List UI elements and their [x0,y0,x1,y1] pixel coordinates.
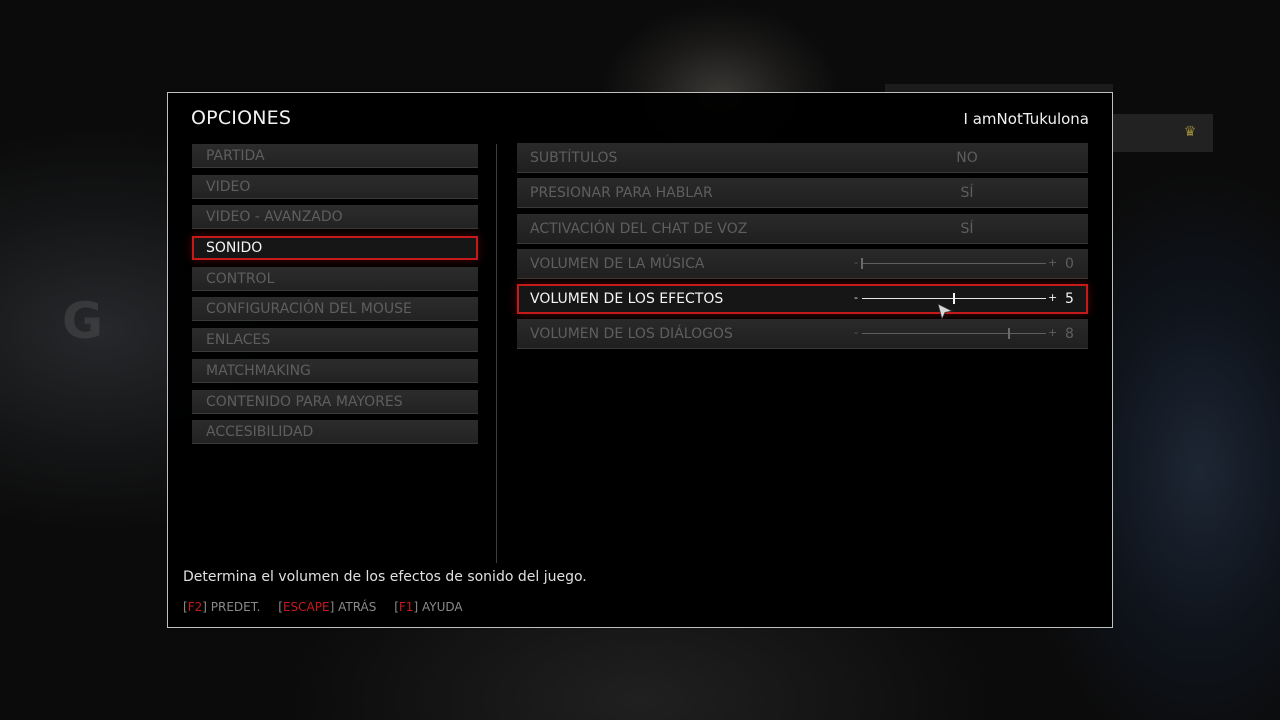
sidebar-item-video-avanzado[interactable]: VIDEO - AVANZADO [192,205,478,230]
background-logo: G [62,296,104,346]
music-volume-slider[interactable]: - + 0 [854,255,1076,272]
key-label: F1 [398,600,414,614]
options-sidebar: PARTIDA VIDEO VIDEO - AVANZADO SONIDO CO… [192,144,478,451]
hint-label: AYUDA [421,600,463,614]
setting-voice-chat[interactable]: ACTIVACIÓN DEL CHAT DE VOZ SÍ [517,213,1088,244]
setting-value: SÍ [960,220,974,237]
setting-label: VOLUMEN DE LOS DIÁLOGOS [530,326,733,343]
dialogue-volume-slider[interactable]: - + 8 [854,326,1076,343]
sidebar-item-video[interactable]: VIDEO [192,174,478,199]
sidebar-item-contenido[interactable]: CONTENIDO PARA MAYORES [192,389,478,414]
username: I amNotTukulona [963,110,1089,128]
sidebar-item-partida[interactable]: PARTIDA [192,144,478,168]
settings-list: SUBTÍTULOS NO PRESIONAR PARA HABLAR SÍ A… [517,143,1088,355]
setting-label: PRESIONAR PARA HABLAR [530,185,713,202]
slider-knob[interactable] [1008,328,1011,340]
sidebar-item-sonido[interactable]: SONIDO [192,236,478,261]
setting-description: Determina el volumen de los efectos de s… [183,569,587,585]
setting-value: SÍ [960,185,974,202]
slider-knob[interactable] [953,293,955,305]
hint-back[interactable]: [ESCAPE] ATRÁS [278,600,376,614]
sidebar-item-accesibilidad[interactable]: ACCESIBILIDAD [192,420,478,445]
key-label: ESCAPE [282,600,330,614]
slider-track[interactable] [862,262,1046,264]
panel-divider [496,144,497,563]
slider-increase[interactable]: + [1048,256,1057,270]
setting-label: VOLUMEN DE LA MÚSICA [530,255,705,272]
slider-decrease[interactable]: - [854,291,858,305]
setting-music-volume[interactable]: VOLUMEN DE LA MÚSICA - + 0 [517,248,1088,279]
slider-value: 8 [1065,326,1074,343]
hint-label: PREDET. [210,600,261,614]
slider-decrease[interactable]: - [854,256,858,270]
effects-volume-slider[interactable]: - + 5 [854,291,1076,308]
slider-decrease[interactable]: - [854,326,858,340]
setting-dialogue-volume[interactable]: VOLUMEN DE LOS DIÁLOGOS - + 8 [517,319,1088,350]
key-label: F2 [187,600,203,614]
setting-value: NO [956,150,978,166]
setting-subtitles[interactable]: SUBTÍTULOS NO [517,143,1088,173]
sidebar-item-enlaces[interactable]: ENLACES [192,328,478,353]
mouse-cursor-icon [937,303,953,321]
hint-default[interactable]: [F2] PREDET. [183,600,260,614]
slider-value: 5 [1065,291,1074,308]
footer-hints: [F2] PREDET. [ESCAPE] ATRÁS [F1] AYUDA [183,600,477,614]
slider-knob[interactable] [861,257,863,269]
sidebar-item-matchmaking[interactable]: MATCHMAKING [192,358,478,383]
hint-help[interactable]: [F1] AYUDA [394,600,462,614]
hint-label: ATRÁS [338,600,377,614]
setting-label: ACTIVACIÓN DEL CHAT DE VOZ [530,220,748,237]
slider-value: 0 [1065,255,1074,272]
setting-label: SUBTÍTULOS [530,150,618,166]
setting-label: VOLUMEN DE LOS EFECTOS [530,291,724,308]
sidebar-item-mouse[interactable]: CONFIGURACIÓN DEL MOUSE [192,297,478,322]
slider-track[interactable] [862,333,1046,335]
page-title: OPCIONES [191,107,292,129]
crown-icon: ♛ [1183,124,1197,140]
sidebar-item-control[interactable]: CONTROL [192,266,478,291]
options-panel: OPCIONES I amNotTukulona PARTIDA VIDEO V… [167,92,1113,628]
setting-effects-volume[interactable]: VOLUMEN DE LOS EFECTOS - + 5 [517,284,1088,315]
slider-increase[interactable]: + [1048,291,1057,305]
setting-push-to-talk[interactable]: PRESIONAR PARA HABLAR SÍ [517,178,1088,209]
slider-increase[interactable]: + [1048,326,1057,340]
